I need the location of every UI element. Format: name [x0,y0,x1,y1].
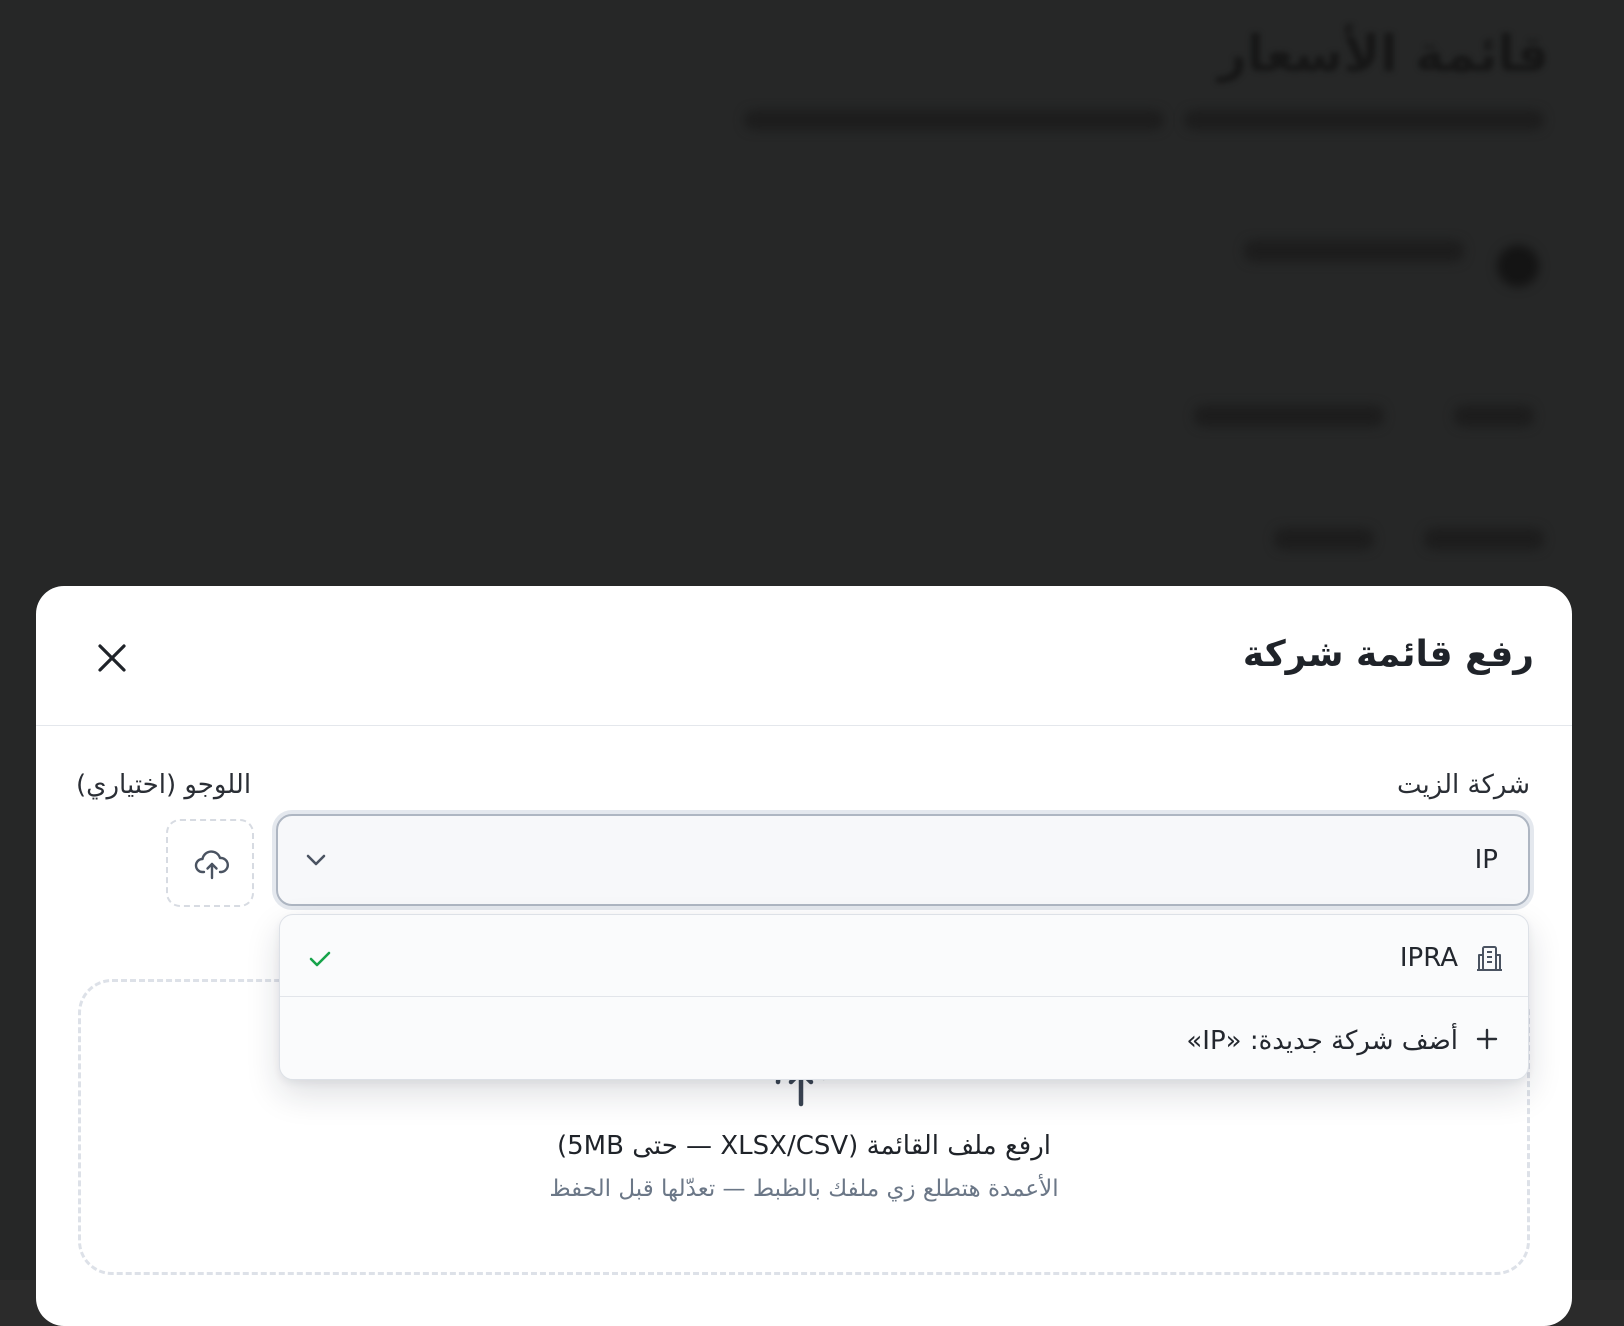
background-blur-bar [1184,110,1544,130]
company-search-input[interactable] [398,816,1498,904]
dropdown-option-ipra[interactable]: IPRA [280,915,1528,997]
close-button[interactable] [92,638,132,678]
background-blur-bar [1194,405,1384,427]
dropdown-option-label: IPRA [1399,943,1458,973]
background-blur-bar [1244,240,1464,262]
modal-header: رفع قائمة شركة [36,586,1572,726]
company-select[interactable] [276,814,1530,906]
background-blur-bar [744,110,1164,130]
chevron-down-icon[interactable] [302,846,330,874]
background-blur-bar [1274,528,1374,550]
background-blur-bar [1454,405,1534,427]
close-icon [98,644,126,672]
add-new-company-label: أضف شركة جديدة: «IP» [1186,1026,1458,1056]
dropdown-option-add-new-company[interactable]: أضف شركة جديدة: «IP» [280,998,1528,1079]
background-blur-avatar [1497,245,1539,287]
company-field-label: شركة الزيت [1397,770,1530,800]
dropzone-title: ارفع ملف القائمة (XLSX/CSV — حتى 5MB) [556,1131,1052,1161]
background-blur-bar [1424,528,1544,550]
logo-field-label: اللوجو (اختياري) [76,770,252,800]
plus-icon [1476,1028,1498,1050]
modal-title: رفع قائمة شركة [1242,634,1534,675]
dropzone-subtitle: الأعمدة هتطلع زي ملفك بالظبط — تعدّلها ق… [549,1176,1059,1202]
check-icon [309,951,331,967]
logo-upload-button[interactable] [166,819,254,907]
upload-company-list-modal: رفع قائمة شركة شركة الزيت اللوجو (اختيار… [36,586,1572,1326]
building-icon [1477,946,1502,971]
cloud-upload-icon [194,850,229,880]
company-dropdown-menu: IPRA أضف شركة جديدة: «IP» [279,914,1529,1080]
background-heading: قائمة الأسعار [1218,25,1549,83]
